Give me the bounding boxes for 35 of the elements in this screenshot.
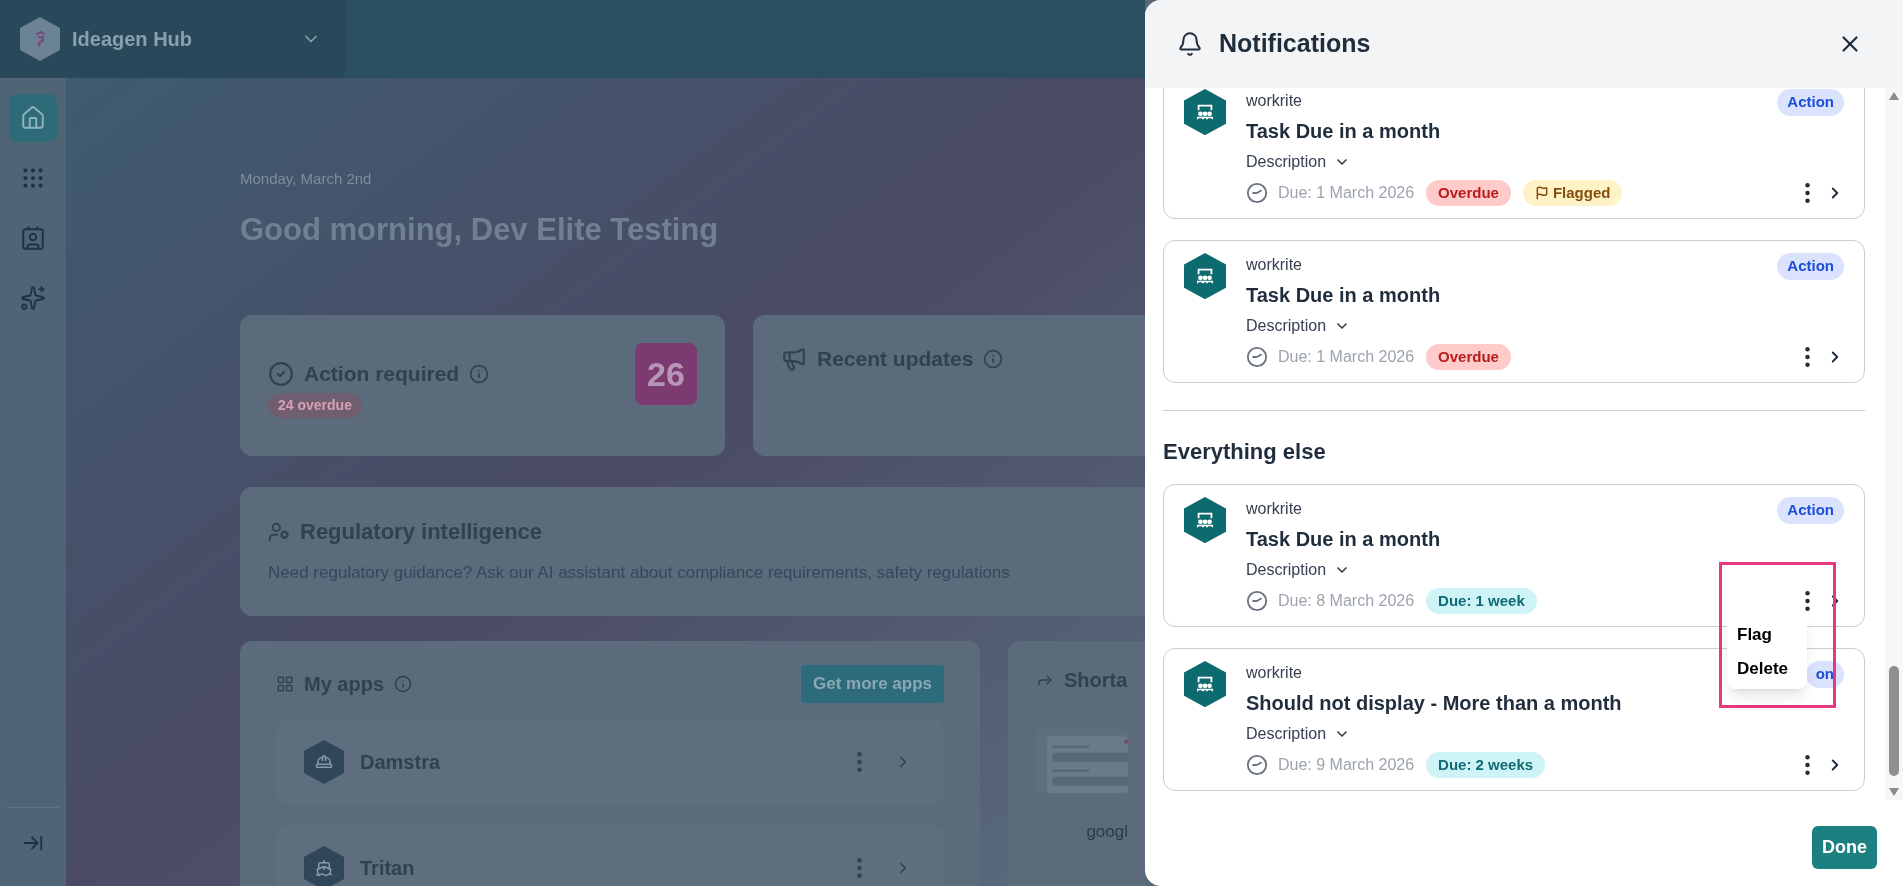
notification-title: Task Due in a month (1246, 118, 1442, 144)
date-label: Monday, March 2nd (240, 169, 373, 189)
count-tile: 26 (635, 343, 697, 405)
notification-card[interactable]: workrite Action Task Due in a month Description Due: 8 March 2026 Due: 1 week (1163, 484, 1865, 627)
status-tag: Flagged (1522, 179, 1623, 206)
overdue-tag: 24 overdue (268, 393, 362, 418)
status-tag: Due: 1 week (1426, 587, 1537, 614)
notification-title: Task Due in a month (1246, 526, 1442, 552)
notification-source: workrite (1246, 91, 1302, 111)
status-tag: Due: 2 weeks (1426, 751, 1546, 778)
drawer-title: Notifications (1219, 28, 1371, 60)
due-date: Due: 9 March 2026 (1278, 754, 1415, 775)
notification-card[interactable]: workrite Action Task Due in a month Description Due: 1 March 2026 Overdue (1163, 240, 1865, 383)
menu-item[interactable]: Delete (1727, 651, 1807, 685)
description-toggle[interactable]: Description (1246, 557, 1351, 582)
action-tag: Action (1777, 253, 1844, 280)
section-heading: Everything else (1163, 438, 1327, 466)
notification-title: Task Due in a month (1246, 282, 1442, 308)
action-tag: Action (1777, 89, 1844, 116)
done-button[interactable]: Done (1812, 826, 1877, 869)
app-name: Ideagen Hub (72, 27, 192, 52)
due-date: Due: 1 March 2026 (1278, 346, 1415, 367)
notification-title: Should not display - More than a month (1246, 690, 1623, 716)
notification-card[interactable]: workrite Action Task Due in a month Description Due: 1 March 2026 Overdue Flagged (1163, 88, 1865, 219)
due-date: Due: 1 March 2026 (1278, 182, 1415, 203)
description-toggle[interactable]: Description (1246, 149, 1351, 174)
notification-source: workrite (1246, 663, 1302, 683)
notification-source: workrite (1246, 255, 1302, 275)
status-tag: Overdue (1426, 343, 1511, 370)
due-date: Due: 8 March 2026 (1278, 590, 1415, 611)
notification-source: workrite (1246, 499, 1302, 519)
description-toggle[interactable]: Description (1246, 313, 1351, 338)
action-tag: Action (1777, 497, 1844, 524)
status-tag: Overdue (1426, 179, 1511, 206)
description-toggle[interactable]: Description (1246, 721, 1351, 746)
